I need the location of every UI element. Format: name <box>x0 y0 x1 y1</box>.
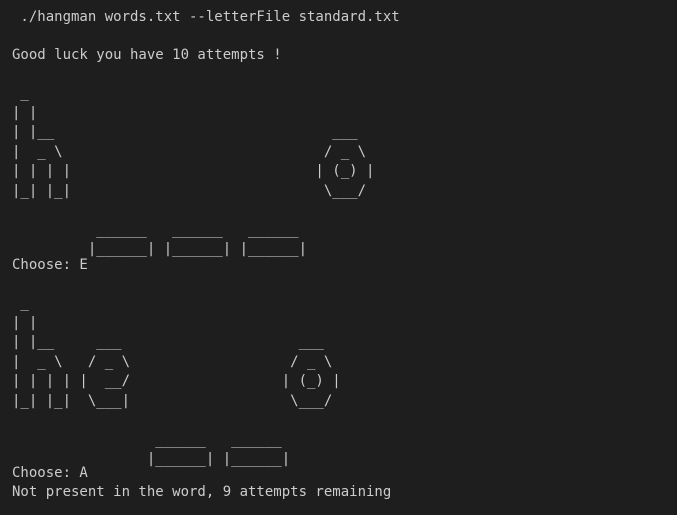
terminal-window[interactable]: ./hangman words.txt --letterFile standar… <box>0 0 677 515</box>
ascii-art-word-display-1: _ | | | |__ ___ | _ \ / _ \ | | | | | (_… <box>12 85 375 257</box>
choose-prompt-1: Choose: E <box>12 257 88 273</box>
choose-prompt-2: Choose: A <box>12 465 88 481</box>
welcome-message: Good luck you have 10 attempts ! <box>12 47 282 63</box>
result-message: Not present in the word, 9 attempts rema… <box>12 484 392 500</box>
ascii-art-word-display-2: _ | | | |__ ___ ___ | _ \ / _ \ / _ \ | … <box>12 295 341 467</box>
command-line: ./hangman words.txt --letterFile standar… <box>12 9 400 25</box>
